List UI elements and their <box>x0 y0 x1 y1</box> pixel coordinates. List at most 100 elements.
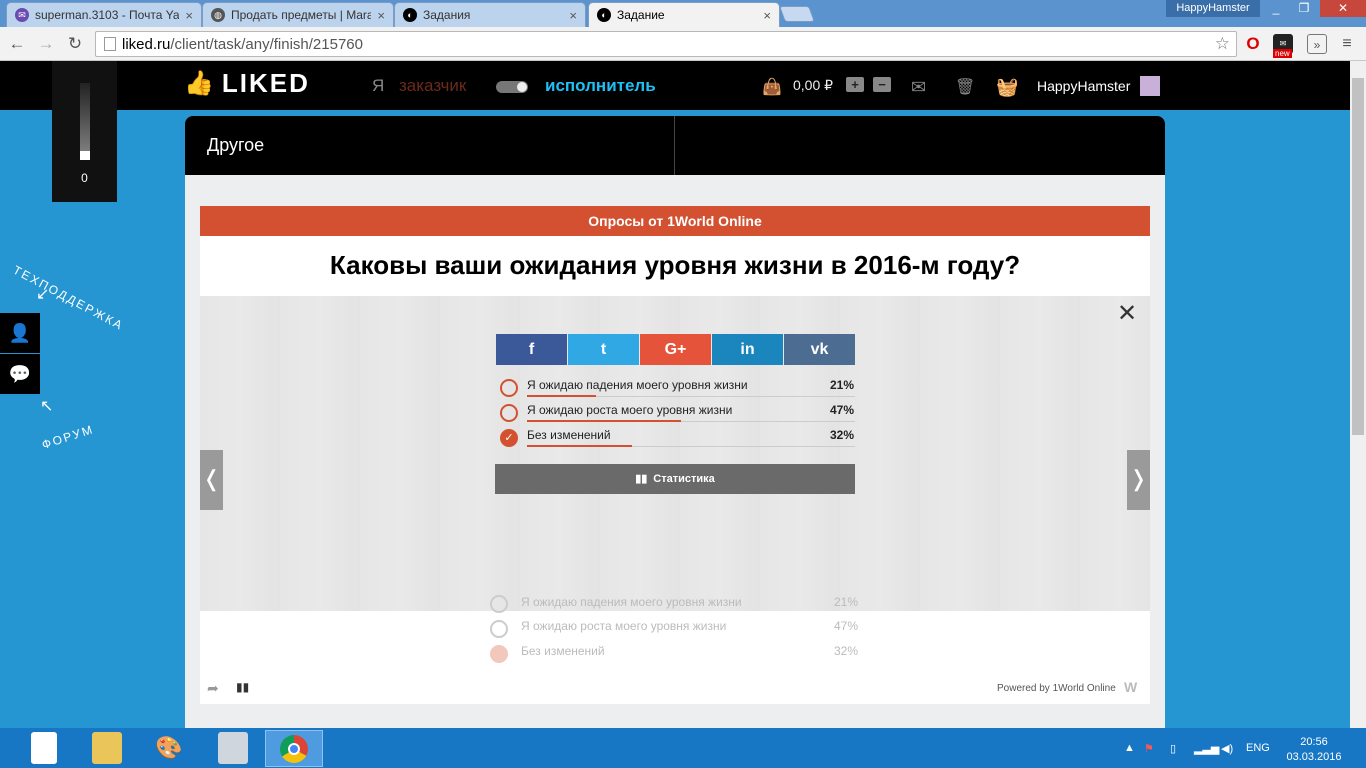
menu-icon[interactable]: ≡ <box>1337 34 1357 54</box>
share-vk-button[interactable]: vk <box>784 334 855 365</box>
minimize-button[interactable]: _ <box>1262 0 1290 17</box>
bookmark-star-icon[interactable]: ☆ <box>1215 34 1230 54</box>
url-path: /client/task/any/finish/215760 <box>170 35 363 53</box>
mail-extension-icon[interactable]: new ✉ <box>1273 34 1293 58</box>
add-funds-button[interactable]: + <box>846 77 864 92</box>
tab-label: Продать предметы | Mara <box>231 8 372 22</box>
close-overlay-button[interactable]: ✕ <box>1115 302 1139 327</box>
prev-arrow-button[interactable]: ❬ <box>200 450 223 510</box>
forward-button[interactable]: → <box>35 33 57 55</box>
tab-label: superman.3103 - Почта Ya <box>35 8 180 22</box>
role-prefix: Я <box>372 76 385 95</box>
paint-icon[interactable]: 🎨 <box>154 732 184 764</box>
share-googleplus-button[interactable]: G+ <box>640 334 711 365</box>
oneworld-logo-icon: W <box>1124 679 1138 695</box>
document-icon[interactable] <box>31 732 57 764</box>
ghost-option-text: Я ожидаю роста моего уровня жизни <box>521 619 727 633</box>
basket-icon[interactable]: 🧺 <box>996 77 1018 98</box>
task-category: Другое <box>207 135 265 155</box>
window-close-button[interactable]: ✕ <box>1320 0 1366 17</box>
calculator-icon[interactable] <box>218 732 248 764</box>
option-text[interactable]: Я ожидаю роста моего уровня жизни <box>527 403 732 417</box>
address-bar[interactable]: liked.ru/client/task/any/finish/215760 ☆ <box>95 31 1237 57</box>
option-result-bar <box>527 445 632 447</box>
close-tab-icon[interactable]: × <box>185 8 193 23</box>
tab-label: Задание <box>617 8 665 22</box>
poll-question: Каковы ваши ожидания уровня жизни в 2016… <box>329 250 1021 280</box>
opera-icon[interactable]: O <box>1243 34 1263 54</box>
close-tab-icon[interactable]: × <box>763 8 771 23</box>
close-tab-icon[interactable]: × <box>377 8 385 23</box>
tray-expand-icon[interactable]: ▲ <box>1124 742 1135 754</box>
clock[interactable]: 20:56 03.03.2016 <box>1286 735 1342 765</box>
ghost-option-percent: 47% <box>834 619 859 633</box>
option-result-bar <box>527 420 681 422</box>
meter-fill <box>80 151 90 160</box>
profile-badge[interactable]: HappyHamster <box>1166 0 1260 17</box>
messages-icon[interactable]: ✉ <box>911 77 926 98</box>
language-indicator[interactable]: ENG <box>1246 742 1270 754</box>
clock-date: 03.03.2016 <box>1286 751 1342 763</box>
new-tab-button[interactable] <box>779 6 815 22</box>
option-radio-selected[interactable]: ✓ <box>500 429 518 447</box>
withdraw-button[interactable]: − <box>873 77 891 92</box>
share-twitter-button[interactable]: t <box>568 334 639 365</box>
network-icon[interactable]: ▂▃▅ <box>1194 742 1219 755</box>
support-person-icon: 👤 <box>8 323 32 343</box>
option-result-bar <box>527 395 596 397</box>
tab-label: Задания <box>423 8 471 22</box>
wallet-icon[interactable]: 👜 <box>762 77 782 97</box>
share-linkedin-button[interactable]: in <box>712 334 783 365</box>
reload-button[interactable]: ↻ <box>64 33 86 55</box>
tab-tasks[interactable]: ◐ Задания × <box>394 2 586 27</box>
forward-extension-icon[interactable]: » <box>1307 34 1327 54</box>
forum-button[interactable]: 💬 <box>0 354 40 394</box>
forum-label: ФОРУМ <box>40 422 96 452</box>
username[interactable]: HappyHamster <box>1037 78 1130 94</box>
avatar[interactable] <box>1140 76 1160 96</box>
ghost-radio <box>490 595 508 613</box>
back-button[interactable]: ← <box>6 33 28 55</box>
option-text[interactable]: Без изменений <box>527 428 611 442</box>
option-radio[interactable] <box>500 379 518 397</box>
role-toggle[interactable] <box>496 81 528 93</box>
role-customer-link[interactable]: заказчик <box>399 76 466 96</box>
scrollbar-thumb[interactable] <box>1352 78 1364 435</box>
flag-icon[interactable]: ⚑ <box>1144 742 1154 755</box>
ghost-option-percent: 21% <box>834 595 859 609</box>
liked-logo[interactable]: 👍 LIKED <box>184 68 310 99</box>
battery-icon[interactable]: ▯ <box>1170 742 1176 755</box>
folder-icon[interactable] <box>92 732 122 764</box>
chat-bubble-icon: 💬 <box>8 364 32 384</box>
chrome-taskbar-button[interactable] <box>265 730 323 767</box>
tab-market[interactable]: ◍ Продать предметы | Mara × <box>202 2 394 27</box>
header-divider <box>674 116 675 175</box>
trash-icon[interactable]: 🗑 <box>955 77 975 97</box>
tab-task-active[interactable]: ◐ Задание × <box>588 2 780 27</box>
share-arrow-icon[interactable]: ➦ <box>207 680 219 697</box>
liked-icon: ◐ <box>597 8 611 22</box>
support-button[interactable]: 👤 <box>0 313 40 353</box>
meter-value: 0 <box>81 171 88 185</box>
option-radio[interactable] <box>500 404 518 422</box>
role-performer-link[interactable]: исполнитель <box>545 76 656 96</box>
volume-icon[interactable]: ◀) <box>1221 742 1233 755</box>
globe-icon: ◍ <box>211 8 225 22</box>
next-arrow-button[interactable]: ❭ <box>1127 450 1150 510</box>
statistics-label: Статистика <box>653 473 715 485</box>
share-facebook-button[interactable]: f <box>496 334 567 365</box>
option-percent: 32% <box>829 428 854 442</box>
tab-mail[interactable]: ✉ superman.3103 - Почта Ya × <box>6 2 202 27</box>
option-text[interactable]: Я ожидаю падения моего уровня жизни <box>527 378 748 392</box>
chart-icon[interactable]: ▮▮ <box>236 680 249 694</box>
page-icon <box>104 37 116 51</box>
ghost-radio <box>490 620 508 638</box>
maximize-button[interactable]: ❐ <box>1290 0 1318 17</box>
clock-time: 20:56 <box>1300 736 1328 748</box>
statistics-button[interactable]: ▮▮ Статистика <box>495 464 855 494</box>
powered-by[interactable]: Powered by 1World Online <box>997 683 1116 694</box>
close-tab-icon[interactable]: × <box>569 8 577 23</box>
bar-chart-icon: ▮▮ <box>635 473 648 485</box>
taskbar <box>0 728 1366 768</box>
option-percent: 47% <box>829 403 854 417</box>
